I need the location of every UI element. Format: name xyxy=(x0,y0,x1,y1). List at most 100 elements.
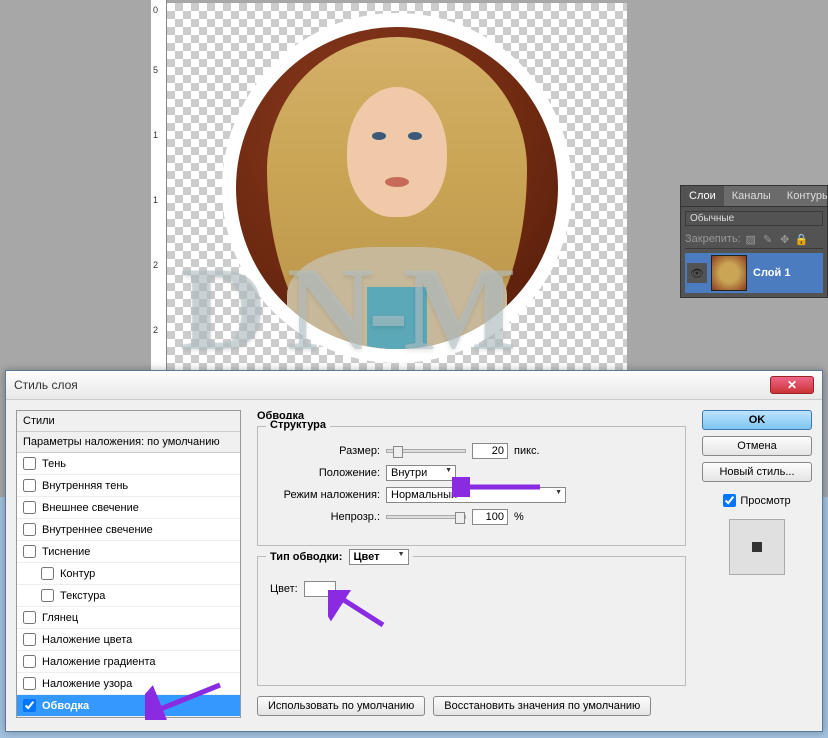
preview-label: Просмотр xyxy=(740,495,790,507)
layer-style-dialog: Стиль слоя ✕ Стили Параметры наложения: … xyxy=(5,370,823,732)
style-label: Наложение градиента xyxy=(42,656,156,668)
reset-default-button[interactable]: Восстановить значения по умолчанию xyxy=(433,696,651,716)
style-checkbox[interactable] xyxy=(41,589,54,602)
canvas[interactable] xyxy=(167,3,627,375)
style-row-текстура[interactable]: Текстура xyxy=(17,585,240,607)
ruler-tick: 1 xyxy=(153,130,158,140)
style-row-внешнее-свечение[interactable]: Внешнее свечение xyxy=(17,497,240,519)
ruler-tick: 2 xyxy=(153,260,158,270)
styles-column: Стили Параметры наложения: по умолчанию … xyxy=(16,410,241,722)
style-row-внутреннее-свечение[interactable]: Внутреннее свечение xyxy=(17,519,240,541)
ruler-tick: 2 xyxy=(153,325,158,335)
position-label: Положение: xyxy=(270,467,380,479)
style-checkbox[interactable] xyxy=(23,523,36,536)
opacity-input[interactable] xyxy=(472,509,508,525)
size-label: Размер: xyxy=(270,445,380,457)
style-label: Текстура xyxy=(60,590,105,602)
style-row-тень[interactable]: Тень xyxy=(17,453,240,475)
panel-body: Обычные Закрепить: ▨ ✎ ✥ 🔒 👁 Слой 1 xyxy=(681,207,827,297)
style-row-тиснение[interactable]: Тиснение xyxy=(17,541,240,563)
style-checkbox[interactable] xyxy=(23,699,36,712)
style-label: Внутреннее свечение xyxy=(42,524,153,536)
style-row-контур[interactable]: Контур xyxy=(17,563,240,585)
size-unit: пикс. xyxy=(514,445,540,457)
style-label: Наложение цвета xyxy=(42,634,132,646)
size-input[interactable] xyxy=(472,443,508,459)
ok-button[interactable]: OK xyxy=(702,410,812,430)
tab-channels[interactable]: Каналы xyxy=(724,186,779,206)
styles-header[interactable]: Стили xyxy=(17,411,240,432)
close-button[interactable]: ✕ xyxy=(770,376,814,394)
blend-mode-select[interactable]: Обычные xyxy=(685,211,823,226)
cancel-button[interactable]: Отмена xyxy=(702,436,812,456)
style-checkbox[interactable] xyxy=(23,457,36,470)
stroke-type-fieldset-label: Тип обводки: Цвет xyxy=(266,549,413,565)
blend-options-header[interactable]: Параметры наложения: по умолчанию xyxy=(17,432,240,453)
style-label: Внутренняя тень xyxy=(42,480,128,492)
style-label: Глянец xyxy=(42,612,78,624)
blend-label: Режим наложения: xyxy=(270,489,380,501)
style-label: Тиснение xyxy=(42,546,90,558)
annotation-arrow-icon xyxy=(328,590,388,630)
stroke-type-select[interactable]: Цвет xyxy=(349,549,409,565)
preview-box xyxy=(729,519,785,575)
style-checkbox[interactable] xyxy=(23,633,36,646)
ruler-tick: 0 xyxy=(153,5,158,15)
make-default-button[interactable]: Использовать по умолчанию xyxy=(257,696,425,716)
size-slider[interactable] xyxy=(386,449,466,453)
tab-paths[interactable]: Контуры xyxy=(779,186,828,206)
style-row-внутренняя-тень[interactable]: Внутренняя тень xyxy=(17,475,240,497)
ruler-tick: 1 xyxy=(153,195,158,205)
ruler-vertical: 0 5 1 1 2 2 xyxy=(151,0,167,380)
style-checkbox[interactable] xyxy=(41,567,54,580)
layers-panel: Слои Каналы Контуры Обычные Закрепить: ▨… xyxy=(680,185,828,298)
style-checkbox[interactable] xyxy=(23,501,36,514)
preview-checkbox-label[interactable]: Просмотр xyxy=(723,494,790,507)
styles-list: Стили Параметры наложения: по умолчанию … xyxy=(16,410,241,718)
style-label: Обводка xyxy=(42,700,89,712)
opacity-unit: % xyxy=(514,511,524,523)
style-checkbox[interactable] xyxy=(23,479,36,492)
new-style-button[interactable]: Новый стиль... xyxy=(702,462,812,482)
tab-layers[interactable]: Слои xyxy=(681,186,724,206)
annotation-arrow-icon xyxy=(452,477,542,497)
layer-name[interactable]: Слой 1 xyxy=(753,267,790,279)
layer-row[interactable]: 👁 Слой 1 xyxy=(685,253,823,293)
position-select[interactable]: Внутри xyxy=(386,465,456,481)
transparency-checker xyxy=(167,3,627,375)
opacity-label: Непрозр.: xyxy=(270,511,380,523)
style-checkbox[interactable] xyxy=(23,677,36,690)
dialog-titlebar[interactable]: Стиль слоя ✕ xyxy=(6,371,822,400)
person-illustration xyxy=(267,37,527,363)
lock-brush-icon[interactable]: ✎ xyxy=(761,232,775,246)
dialog-title: Стиль слоя xyxy=(14,378,78,392)
stroke-type-fieldset: Тип обводки: Цвет Цвет: xyxy=(257,556,686,686)
preview-swatch xyxy=(752,542,762,552)
opacity-slider[interactable] xyxy=(386,515,466,519)
lock-move-icon[interactable]: ✥ xyxy=(778,232,792,246)
visibility-eye-icon[interactable]: 👁 xyxy=(687,263,707,283)
preview-checkbox[interactable] xyxy=(723,494,736,507)
settings-column: Обводка Структура Размер: пикс. Положени… xyxy=(251,410,692,722)
ruler-tick: 5 xyxy=(153,65,158,75)
style-row-наложение-цвета[interactable]: Наложение цвета xyxy=(17,629,240,651)
style-row-наложение-градиента[interactable]: Наложение градиента xyxy=(17,651,240,673)
lock-label: Закрепить: xyxy=(685,233,741,245)
panel-tabs: Слои Каналы Контуры xyxy=(681,186,827,207)
style-checkbox[interactable] xyxy=(23,655,36,668)
style-checkbox[interactable] xyxy=(23,611,36,624)
structure-label: Структура xyxy=(266,419,330,431)
style-label: Внешнее свечение xyxy=(42,502,139,514)
color-label: Цвет: xyxy=(270,583,298,595)
right-column: OK Отмена Новый стиль... Просмотр xyxy=(702,410,812,722)
style-label: Контур xyxy=(60,568,95,580)
lock-transparency-icon[interactable]: ▨ xyxy=(744,232,758,246)
style-checkbox[interactable] xyxy=(23,545,36,558)
style-label: Тень xyxy=(42,458,66,470)
lock-all-icon[interactable]: 🔒 xyxy=(795,232,809,246)
style-row-глянец[interactable]: Глянец xyxy=(17,607,240,629)
layer-thumbnail[interactable] xyxy=(711,255,747,291)
circular-image xyxy=(222,13,572,363)
style-label: Наложение узора xyxy=(42,678,132,690)
annotation-arrow-icon xyxy=(145,680,225,720)
